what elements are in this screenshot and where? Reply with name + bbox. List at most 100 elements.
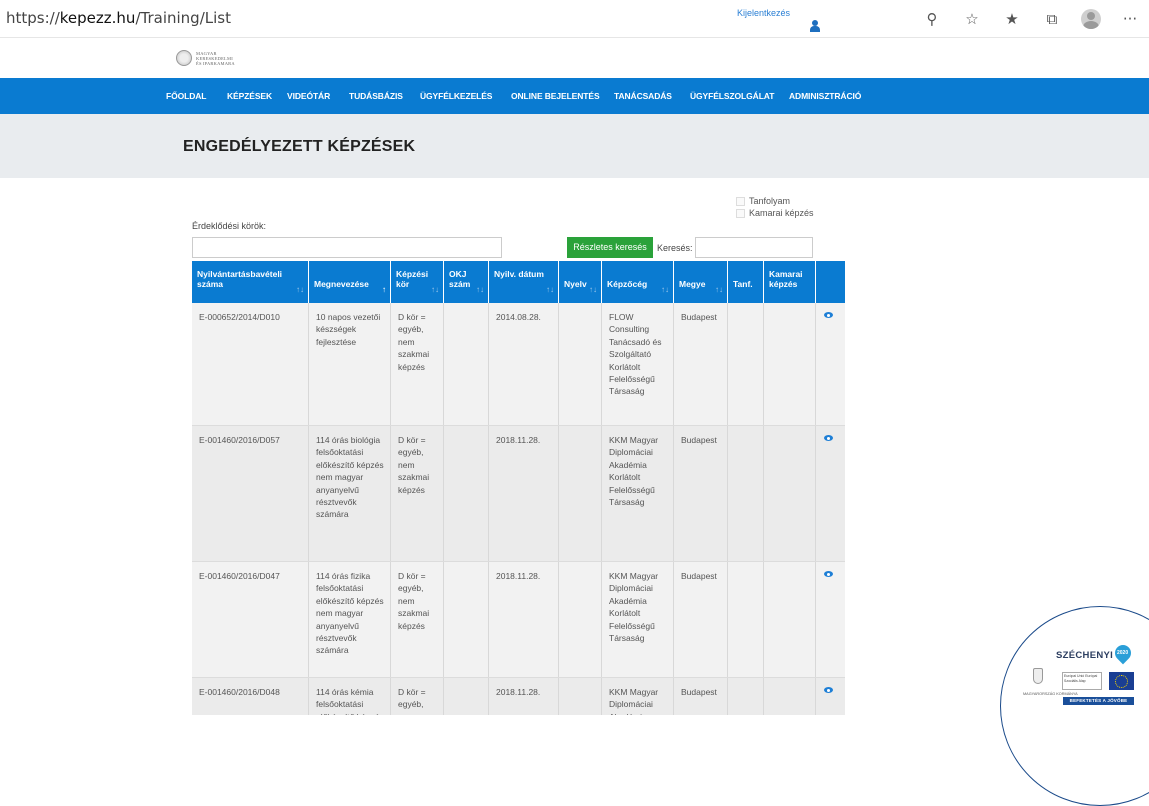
col-header-okj[interactable]: OKJ szám ↑↓ [444, 261, 489, 303]
view-icon[interactable] [824, 312, 833, 318]
chamber-logo[interactable]: MAGYAR KERESKEDELMI ÉS IPARKAMARA [176, 50, 235, 66]
coat-of-arms-icon [1033, 668, 1043, 684]
favorites-icon[interactable]: ★ [1001, 8, 1023, 30]
cell-chamber [764, 562, 816, 677]
cell-course [728, 426, 764, 561]
cell-company: FLOW Consulting Tanácsadó és Szolgáltató… [602, 303, 674, 425]
badge-title: SZÉCHENYI [1056, 650, 1114, 661]
table-row[interactable]: E-001460/2016/D047 114 órás fizika felső… [192, 562, 845, 678]
cell-circle: D kör = egyéb, nem szakmai képzés [391, 303, 444, 425]
view-icon[interactable] [824, 571, 833, 577]
cell-circle: D kör = egyéb, nem szakmai képzés [391, 426, 444, 561]
cell-actions [816, 426, 845, 561]
nav-item-home[interactable]: FŐOLDAL [166, 91, 206, 101]
cell-id: E-000652/2014/D010 [192, 303, 309, 425]
table-row[interactable]: E-000652/2014/D010 10 napos vezetői kész… [192, 303, 845, 426]
interest-input[interactable] [192, 237, 502, 258]
title-band: ENGEDÉLYEZETT KÉPZÉSEK [0, 114, 1149, 178]
cell-actions [816, 303, 845, 425]
more-icon[interactable]: ··· [1119, 8, 1141, 30]
cell-circle: D kör = egyéb, nem szakmai képzés [391, 562, 444, 677]
col-header-language[interactable]: Nyelv ↑↓ [559, 261, 602, 303]
nav-item-consulting[interactable]: TANÁCSADÁS [614, 91, 672, 101]
badge-year: 2020 [1117, 650, 1129, 656]
page-title: ENGEDÉLYEZETT KÉPZÉSEK [183, 138, 416, 155]
cell-id: E-001460/2016/D048 [192, 678, 309, 715]
col-header-id[interactable]: Nyilvántartásbavételi száma ↑↓ [192, 261, 309, 303]
col-header-chamber[interactable]: Kamarai képzés [764, 261, 816, 303]
table-row[interactable]: E-001460/2016/D048 114 órás kémia felsőo… [192, 678, 845, 715]
nav-item-videos[interactable]: VIDEÓTÁR [287, 91, 330, 101]
cell-company: KKM Magyar Diplomáciai Akadémia [602, 678, 674, 715]
cell-name: 10 napos vezetői készségek fejlesztése [309, 303, 391, 425]
cell-chamber [764, 678, 816, 715]
col-header-course[interactable]: Tanf. [728, 261, 764, 303]
nav-item-knowledge-base[interactable]: TUDÁSBÁZIS [349, 91, 403, 101]
nav-item-administration[interactable]: ADMINISZTRÁCIÓ [789, 91, 861, 101]
logout-link[interactable]: Kijelentkezés [737, 8, 790, 18]
nav-item-trainings[interactable]: KÉPZÉSEK [227, 91, 272, 101]
browser-toolbar: https://kepezz.hu/Training/List ⚲ ☆ ★ ⧉ … [0, 0, 1149, 38]
cell-okj [444, 562, 489, 677]
cell-name: 114 órás kémia felsőoktatási előkészítő … [309, 678, 391, 715]
profile-avatar[interactable] [1081, 9, 1101, 29]
view-icon[interactable] [824, 435, 833, 441]
favorite-add-icon[interactable]: ☆ [961, 8, 983, 30]
cell-actions [816, 562, 845, 677]
col-header-circle[interactable]: Képzési kör ↑↓ [391, 261, 444, 303]
filter-course[interactable]: Tanfolyam [736, 196, 790, 206]
cell-company: KKM Magyar Diplomáciai Akadémia Korlátol… [602, 562, 674, 677]
collections-icon[interactable]: ⧉ [1041, 8, 1063, 30]
badge-slogan: BEFEKTETÉS A JÖVŐBE [1063, 697, 1134, 705]
cell-company: KKM Magyar Diplomáciai Akadémia Korlátol… [602, 426, 674, 561]
interest-label: Érdeklődési körök: [192, 221, 267, 231]
cell-actions [816, 678, 845, 715]
col-header-company[interactable]: Képzőcég ↑↓ [602, 261, 674, 303]
search-label: Keresés: [657, 243, 693, 253]
cell-county: Budapest [674, 426, 728, 561]
main-nav: FŐOLDAL KÉPZÉSEK VIDEÓTÁR TUDÁSBÁZIS ÜGY… [0, 78, 1149, 114]
cell-id: E-001460/2016/D057 [192, 426, 309, 561]
cell-name: 114 órás fizika felsőoktatási előkészítő… [309, 562, 391, 677]
cell-okj [444, 303, 489, 425]
address-bar[interactable]: https://kepezz.hu/Training/List [6, 9, 231, 27]
search-input[interactable] [695, 237, 813, 258]
course-checkbox[interactable] [736, 196, 745, 206]
cell-language [559, 562, 602, 677]
cell-chamber [764, 426, 816, 561]
cell-date: 2018.11.28. [489, 426, 559, 561]
cell-language [559, 303, 602, 425]
view-icon[interactable] [824, 687, 833, 693]
government-label: MAGYARORSZÁG KORMÁNYA [1023, 692, 1078, 696]
cell-chamber [764, 303, 816, 425]
col-header-date[interactable]: Nyilv. dátum ↑↓ [489, 261, 559, 303]
col-header-county[interactable]: Megye ↑↓ [674, 261, 728, 303]
chamber-training-checkbox[interactable] [736, 208, 745, 218]
cell-circle: D kör = egyéb, nem szakmai képzés [391, 678, 444, 715]
cell-okj [444, 426, 489, 561]
szechenyi-badge [1000, 606, 1149, 806]
cell-course [728, 678, 764, 715]
cell-course [728, 303, 764, 425]
advanced-search-button[interactable]: Részletes keresés [567, 237, 653, 258]
col-header-name[interactable]: Megnevezése ↑ [309, 261, 391, 303]
filter-chamber-training[interactable]: Kamarai képzés [736, 208, 814, 218]
logo-seal-icon [176, 50, 192, 66]
nav-item-online-report[interactable]: ONLINE BEJELENTÉS [511, 91, 600, 101]
zoom-icon[interactable]: ⚲ [921, 8, 943, 30]
cell-course [728, 562, 764, 677]
eu-fund-label: Európai Unió Európai Szociális Alap [1062, 672, 1102, 690]
cell-id: E-001460/2016/D047 [192, 562, 309, 677]
cell-language [559, 678, 602, 715]
cell-language [559, 426, 602, 561]
nav-item-customer-service[interactable]: ÜGYFÉLSZOLGÁLAT [690, 91, 774, 101]
cell-date: 2018.11.28. [489, 562, 559, 677]
user-icon[interactable] [810, 20, 820, 32]
table-row[interactable]: E-001460/2016/D057 114 órás biológia fel… [192, 426, 845, 562]
cell-date: 2014.08.28. [489, 303, 559, 425]
col-header-actions [816, 261, 845, 303]
cell-county: Budapest [674, 562, 728, 677]
eu-flag-icon [1109, 672, 1134, 690]
nav-item-client-management[interactable]: ÜGYFÉLKEZELÉS [420, 91, 492, 101]
cell-date: 2018.11.28. [489, 678, 559, 715]
